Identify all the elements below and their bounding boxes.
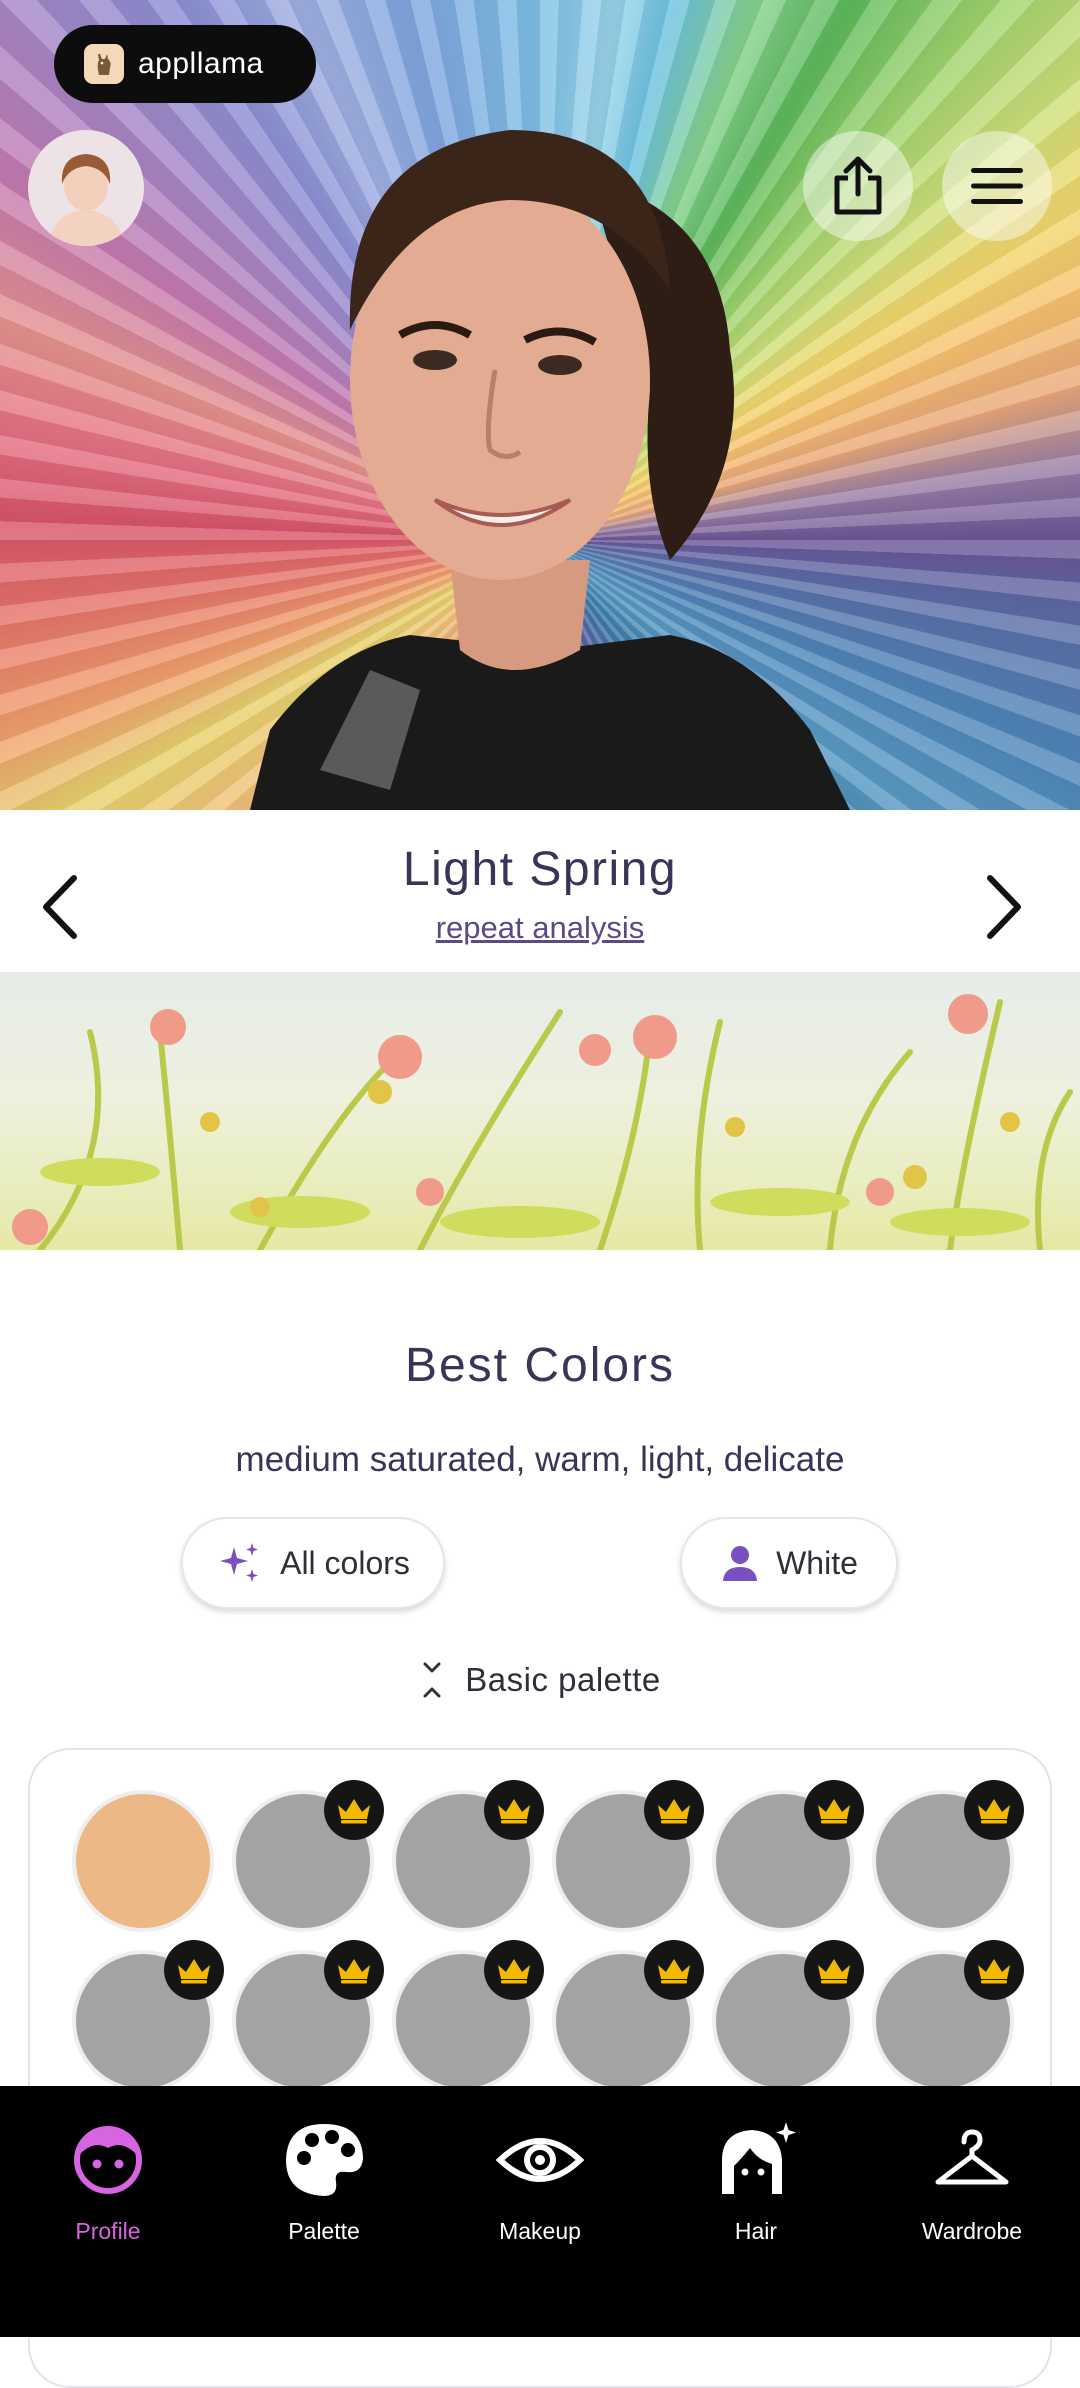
premium-crown-icon	[484, 1780, 544, 1840]
palette-icon	[286, 2124, 363, 2196]
next-button[interactable]	[978, 872, 1028, 942]
user-portrait	[250, 130, 850, 810]
appllama-logo[interactable]: appllama	[54, 25, 316, 103]
tab-label: Profile	[75, 2218, 141, 2244]
share-icon	[834, 156, 882, 215]
premium-crown-icon	[644, 1940, 704, 2000]
premium-crown-icon	[164, 1940, 224, 2000]
premium-crown-icon	[804, 1940, 864, 2000]
share-button[interactable]	[803, 131, 913, 241]
hanger-icon	[935, 2129, 1009, 2185]
white-chip[interactable]: White	[680, 1517, 898, 1609]
tab-palette[interactable]: Palette	[216, 2110, 432, 2260]
tab-label: Hair	[734, 2218, 778, 2244]
premium-crown-icon	[484, 1940, 544, 2000]
tab-profile[interactable]: Profile	[0, 2110, 216, 2260]
hair-sparkle-icon	[722, 2122, 796, 2194]
tab-hair[interactable]: Hair	[648, 2110, 864, 2260]
season-title: Light Spring	[402, 843, 678, 896]
premium-crown-icon	[644, 1780, 704, 1840]
premium-crown-icon	[964, 1940, 1024, 2000]
chevron-right-icon	[987, 875, 1021, 939]
all-colors-chip[interactable]: All colors	[181, 1517, 445, 1609]
sparkles-icon	[220, 1543, 259, 1582]
profile-avatar-button[interactable]	[28, 130, 144, 246]
menu-button[interactable]	[942, 131, 1052, 241]
basic-palette-label: Basic palette	[465, 1661, 661, 1698]
tab-label: Wardrobe	[921, 2218, 1023, 2244]
hero-banner: appllama	[0, 0, 1080, 810]
logo-text: appllama	[138, 47, 264, 80]
collapse-icon	[423, 1662, 441, 1698]
white-label: White	[776, 1544, 858, 1581]
tab-wardrobe[interactable]: Wardrobe	[864, 2110, 1080, 2260]
color-swatch[interactable]	[76, 1794, 210, 1928]
llama-icon	[84, 44, 124, 84]
all-colors-label: All colors	[280, 1544, 410, 1581]
season-flowers-image	[0, 972, 1080, 1250]
hamburger-icon	[971, 168, 1023, 204]
season-header: Light Spring repeat analysis	[0, 810, 1080, 972]
best-colors-title: Best Colors	[404, 1339, 676, 1392]
premium-crown-icon	[324, 1940, 384, 2000]
tab-label: Palette	[288, 2218, 360, 2244]
premium-crown-icon	[324, 1780, 384, 1840]
repeat-analysis-link[interactable]: repeat analysis	[0, 910, 1080, 946]
premium-crown-icon	[804, 1780, 864, 1840]
basic-palette-toggle[interactable]: Basic palette	[0, 1655, 1080, 1705]
eye-icon	[496, 2138, 584, 2182]
person-icon	[723, 1546, 758, 1581]
tab-label: Makeup	[499, 2218, 581, 2244]
tab-makeup[interactable]: Makeup	[432, 2110, 648, 2260]
avatar-icon	[28, 130, 144, 246]
bottom-tab-bar: Profile Palette Makeup Hair Wardrobe	[0, 2086, 1080, 2337]
premium-crown-icon	[964, 1780, 1024, 1840]
best-colors-description: medium saturated, warm, light, delicate	[235, 1440, 845, 1479]
face-icon	[74, 2126, 142, 2194]
